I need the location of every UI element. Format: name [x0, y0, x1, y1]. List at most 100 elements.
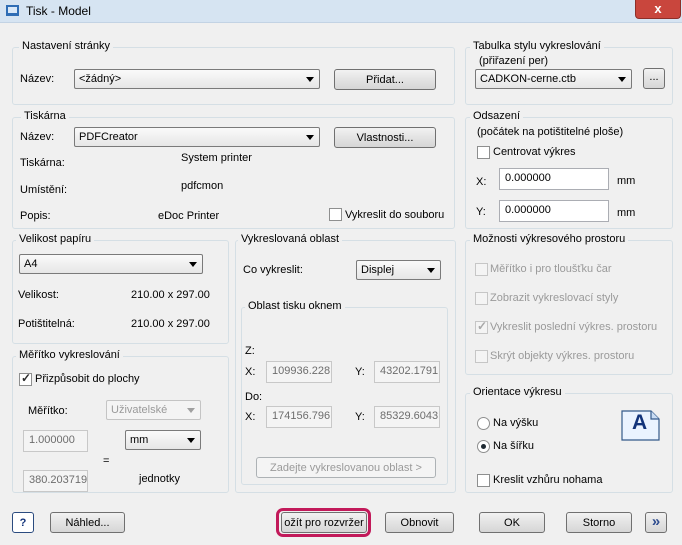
print-to-file-label: Vykreslit do souboru: [345, 209, 445, 221]
hide-paperspace-checkbox[interactable]: [475, 350, 488, 363]
offset-y-input[interactable]: 0.000000: [499, 200, 609, 222]
orientation-preview-letter: A: [632, 411, 648, 434]
cancel-button[interactable]: Storno: [566, 512, 632, 533]
window-to-x-label: X:: [245, 411, 256, 423]
help-button[interactable]: ?: [12, 512, 34, 533]
location-value: pdfcmon: [181, 180, 224, 192]
edit-plot-style-button[interactable]: ...: [643, 68, 665, 89]
double-chevron-right-icon: »: [651, 513, 661, 530]
window-to-x-input[interactable]: 174156.796: [266, 406, 332, 428]
plot-style-table-label: Tabulka stylu vykreslování: [470, 40, 604, 52]
offset-x-input[interactable]: 0.000000: [499, 168, 609, 190]
window-from-y-input[interactable]: 43202.1791: [374, 361, 440, 383]
paper-size-select[interactable]: A4: [19, 254, 203, 274]
refresh-button[interactable]: Obnovit: [385, 512, 454, 533]
printer-value: System printer: [181, 152, 252, 164]
plot-style-table-sublabel: (přiřazení per): [479, 55, 549, 67]
page-setup-name-select[interactable]: <žádný>: [74, 69, 320, 89]
landscape-label: Na šířku: [493, 440, 534, 452]
what-to-plot-select[interactable]: Displej: [356, 260, 441, 280]
preview-button[interactable]: Náhled...: [50, 512, 125, 533]
plot-paperspace-last-checkbox[interactable]: ✓: [475, 319, 488, 334]
radio-selected-icon: [481, 444, 486, 449]
window-from-label: Z:: [245, 345, 255, 357]
scale-select[interactable]: Uživatelské: [106, 400, 201, 420]
portrait-label: Na výšku: [493, 417, 539, 429]
scale-label: Měřítko:: [28, 405, 68, 417]
portrait-radio[interactable]: [477, 417, 490, 430]
add-page-setup-button[interactable]: Přidat...: [334, 69, 436, 90]
what-to-plot-value: Displej: [361, 264, 395, 276]
print-dialog: Tisk - Model x Nastavení stránky Název: …: [0, 0, 682, 545]
pick-plot-area-button[interactable]: Zadejte vykreslovanou oblast >: [256, 457, 436, 478]
plot-window-label: Oblast tisku oknem: [245, 300, 345, 312]
paper-size-value: A4: [24, 258, 38, 270]
chevron-down-icon: [427, 268, 435, 273]
paper-size-printable-value: 210.00 x 297.00: [131, 318, 210, 330]
fit-to-paper-checkbox[interactable]: ✓: [19, 371, 32, 386]
printer-name-label: Název:: [20, 131, 55, 143]
chevron-down-icon: [187, 408, 195, 413]
scale-value-2-input[interactable]: 380.203719: [23, 470, 88, 492]
window-to-y-input[interactable]: 85329.6043: [374, 406, 440, 428]
orientation-label: Orientace výkresu: [470, 386, 565, 398]
paper-size-size-value: 210.00 x 297.00: [131, 289, 210, 301]
what-to-plot-label: Co vykreslit:: [243, 264, 303, 276]
display-plot-styles-label: Zobrazit vykreslovací styly: [490, 292, 619, 304]
printer-group-label: Tiskárna: [21, 110, 69, 122]
hide-paperspace-label: Skrýt objekty výkres. prostoru: [490, 350, 635, 362]
landscape-radio[interactable]: [477, 440, 490, 453]
printer-properties-button[interactable]: Vlastnosti...: [334, 127, 436, 148]
offset-y-label: Y:: [476, 206, 486, 218]
offset-x-label: X:: [476, 176, 487, 188]
upside-down-checkbox[interactable]: [477, 474, 490, 487]
expand-button[interactable]: »: [645, 512, 667, 533]
offset-x-unit: mm: [617, 175, 636, 187]
description-value: eDoc Printer: [158, 210, 220, 222]
plot-area-label: Vykreslovaná oblast: [238, 233, 343, 245]
title-bar: Tisk - Model x: [0, 0, 682, 23]
page-setup-name-value: <žádný>: [79, 73, 122, 85]
description-label: Popis:: [20, 210, 51, 222]
highlight-outline: [276, 508, 371, 537]
plot-offset-label: Odsazení: [470, 110, 524, 122]
center-plot-label: Centrovat výkres: [493, 146, 576, 158]
lineweight-scale-checkbox[interactable]: [475, 263, 488, 276]
center-plot-checkbox[interactable]: [477, 146, 490, 159]
ok-button[interactable]: OK: [479, 512, 545, 533]
chevron-down-icon: [306, 135, 314, 140]
lineweight-scale-label: Měřítko i pro tloušťku čar: [490, 263, 612, 275]
scale-unit-select[interactable]: mm: [125, 430, 201, 450]
plot-style-table-value: CADKON-cerne.ctb: [480, 73, 576, 85]
printer-name-value: PDFCreator: [79, 131, 138, 143]
location-label: Umístění:: [20, 184, 68, 196]
printer-name-select[interactable]: PDFCreator: [74, 127, 320, 147]
chevron-down-icon: [618, 77, 626, 82]
checkmark-icon: ✓: [477, 319, 488, 333]
checkmark-icon: ✓: [21, 371, 32, 385]
plot-style-table-select[interactable]: CADKON-cerne.ctb: [475, 69, 632, 89]
printer-label: Tiskárna:: [20, 157, 65, 169]
page-setup-group-label: Nastavení stránky: [19, 40, 114, 52]
fit-to-paper-label: Přizpůsobit do plochy: [35, 373, 140, 385]
window-to-y-label: Y:: [355, 411, 365, 423]
window-from-y-label: Y:: [355, 366, 365, 378]
paper-size-printable-label: Potištitelná:: [18, 318, 75, 330]
window-from-x-label: X:: [245, 366, 256, 378]
close-button[interactable]: x: [635, 0, 681, 19]
window-to-label: Do:: [245, 391, 263, 403]
chevron-down-icon: [189, 262, 197, 267]
print-to-file-checkbox[interactable]: [329, 208, 342, 221]
window-from-x-input[interactable]: 109936.228: [266, 361, 332, 383]
upside-down-label: Kreslit vzhůru nohama: [493, 474, 603, 486]
chevron-down-icon: [306, 77, 314, 82]
scale-value-1-input[interactable]: 1.000000: [23, 430, 88, 452]
chevron-down-icon: [187, 438, 195, 443]
offset-y-unit: mm: [617, 207, 636, 219]
scale-value: Uživatelské: [111, 404, 168, 416]
paper-size-label: Velikost papíru: [16, 233, 95, 245]
plot-offset-sublabel: (počátek na potištitelné ploše): [477, 126, 624, 138]
scale-unit-2: jednotky: [139, 473, 180, 485]
display-plot-styles-checkbox[interactable]: [475, 292, 488, 305]
viewport-options-label: Možnosti výkresového prostoru: [470, 233, 629, 245]
